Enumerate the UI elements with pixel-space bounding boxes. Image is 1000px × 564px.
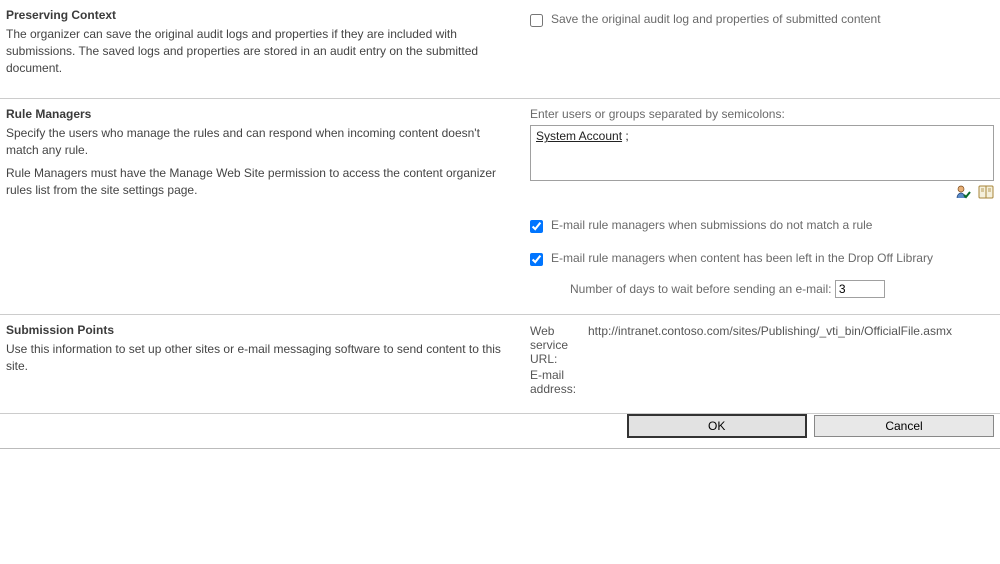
days-input[interactable]	[835, 280, 885, 298]
section-left: Preserving Context The organizer can sav…	[6, 8, 516, 82]
section-left: Submission Points Use this information t…	[6, 323, 516, 397]
section-rule-managers: Rule Managers Specify the users who mana…	[0, 99, 1000, 315]
days-row: Number of days to wait before sending an…	[570, 280, 994, 298]
save-audit-label: Save the original audit log and properti…	[551, 12, 881, 26]
email-dropoff-label: E-mail rule managers when content has be…	[551, 251, 933, 265]
section-right: Web service URL: http://intranet.contoso…	[516, 323, 994, 397]
section-title: Preserving Context	[6, 8, 502, 22]
check-names-icon[interactable]	[951, 185, 974, 199]
section-left: Rule Managers Specify the users who mana…	[6, 107, 516, 298]
email-no-match-row: E-mail rule managers when submissions do…	[530, 218, 994, 233]
web-url-label: Web service URL:	[530, 323, 588, 367]
section-title: Rule Managers	[6, 107, 502, 121]
table-row: Web service URL: http://intranet.contoso…	[530, 323, 956, 367]
ok-button[interactable]: OK	[627, 414, 807, 438]
section-right: Save the original audit log and properti…	[516, 8, 994, 82]
save-audit-row: Save the original audit log and properti…	[530, 12, 994, 27]
section-right: Enter users or groups separated by semic…	[516, 107, 994, 298]
section-preserving-context: Preserving Context The organizer can sav…	[0, 0, 1000, 99]
email-dropoff-checkbox[interactable]	[530, 253, 543, 266]
people-label: Enter users or groups separated by semic…	[530, 107, 994, 121]
people-picker-input[interactable]: System Account ;	[530, 125, 994, 181]
people-entity: System Account	[536, 129, 622, 143]
button-row: OK Cancel	[0, 414, 1000, 449]
email-dropoff-row: E-mail rule managers when content has be…	[530, 251, 994, 266]
days-label: Number of days to wait before sending an…	[570, 282, 831, 296]
web-url-value: http://intranet.contoso.com/sites/Publis…	[588, 323, 956, 367]
submission-table: Web service URL: http://intranet.contoso…	[530, 323, 956, 397]
email-no-match-checkbox[interactable]	[530, 220, 543, 233]
email-no-match-label: E-mail rule managers when submissions do…	[551, 218, 872, 232]
section-title: Submission Points	[6, 323, 502, 337]
section-desc: Use this information to set up other sit…	[6, 341, 502, 375]
section-desc1: Specify the users who manage the rules a…	[6, 125, 502, 159]
table-row: E-mail address:	[530, 367, 956, 397]
section-submission-points: Submission Points Use this information t…	[0, 315, 1000, 414]
email-address-label: E-mail address:	[530, 367, 588, 397]
section-desc2: Rule Managers must have the Manage Web S…	[6, 165, 502, 199]
save-audit-checkbox[interactable]	[530, 14, 543, 27]
section-desc: The organizer can save the original audi…	[6, 26, 502, 76]
people-picker-icons	[530, 184, 994, 200]
email-address-value	[588, 367, 956, 397]
browse-icon[interactable]	[974, 185, 994, 199]
cancel-button[interactable]: Cancel	[814, 415, 994, 437]
